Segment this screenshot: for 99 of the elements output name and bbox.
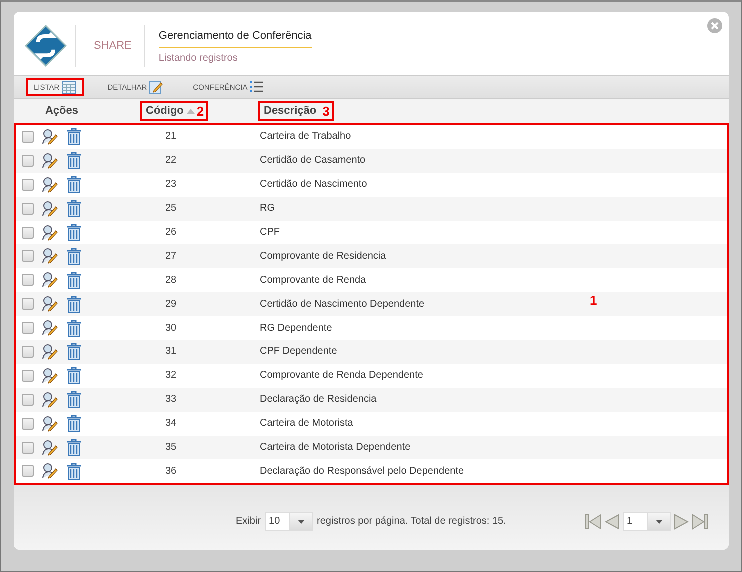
edit-icon[interactable] <box>42 200 58 217</box>
trash-icon[interactable] <box>66 248 82 265</box>
table-cell: RG Dependente <box>260 322 332 334</box>
edit-icon[interactable] <box>42 272 58 288</box>
previous-page-icon[interactable] <box>605 514 620 530</box>
table-cell-text: 36 <box>164 466 178 477</box>
sort-up-icon <box>186 108 195 114</box>
table-cell-text: 23 <box>164 179 178 190</box>
trash-icon[interactable] <box>66 128 82 146</box>
table-cell: Carteira de Motorista <box>260 418 354 430</box>
brand-name: SHARE <box>94 40 132 52</box>
checkbox[interactable] <box>22 346 34 358</box>
table-cell-text: 30 <box>164 322 178 334</box>
table-cell-text: 31 <box>164 346 178 358</box>
checkbox[interactable] <box>22 418 34 430</box>
checkbox[interactable] <box>22 130 34 143</box>
table-cell: Declaração de Residencia <box>260 394 377 406</box>
checkbox[interactable] <box>22 465 34 478</box>
page-select[interactable]: 1 <box>623 512 671 532</box>
edit-icon[interactable] <box>42 368 58 384</box>
trash-icon[interactable] <box>66 272 82 289</box>
next-page-icon[interactable] <box>674 514 689 530</box>
trash-icon[interactable] <box>66 296 82 313</box>
edit-icon[interactable] <box>42 224 58 240</box>
checkbox[interactable] <box>22 322 34 334</box>
table-cell: Certidão de Nascimento <box>260 179 368 190</box>
table-cell: Comprovante de Renda <box>260 274 366 286</box>
callout-number: 3 <box>322 104 330 118</box>
table-cell-text: 28 <box>164 274 178 286</box>
table-cell-text: 22 <box>164 155 178 166</box>
table-cell: CPF Dependente <box>260 346 338 358</box>
checkbox[interactable] <box>22 154 34 167</box>
table-cell-text: 29 <box>164 298 178 310</box>
column-header[interactable]: Ações <box>41 103 83 119</box>
checkbox[interactable] <box>22 178 34 191</box>
callout-number: 2 <box>196 104 204 118</box>
trash-icon[interactable] <box>66 343 82 360</box>
column-header[interactable]: Descrição <box>260 103 321 119</box>
edit-icon[interactable] <box>42 296 58 312</box>
edit-icon[interactable] <box>42 176 58 193</box>
checkbox[interactable] <box>22 250 34 262</box>
trash-icon[interactable] <box>66 200 82 218</box>
table-cell: Declaração do Responsável pelo Dependente <box>260 466 464 477</box>
column-header[interactable]: Código <box>142 103 188 119</box>
show-label: Exibir <box>236 516 262 528</box>
trash-icon[interactable] <box>66 391 82 408</box>
trash-icon[interactable] <box>66 462 82 480</box>
checkbox[interactable] <box>22 370 34 382</box>
table-cell: RG <box>260 203 275 214</box>
records-summary: registros por página. Total de registros: 15. <box>317 516 506 528</box>
table-icon <box>62 80 76 94</box>
table-cell-text: 26 <box>164 227 178 238</box>
table-cell: Comprovante de Residencia <box>260 250 386 262</box>
table-cell: Certidão de Nascimento Dependente <box>260 298 425 310</box>
list-icon <box>250 81 263 93</box>
edit-icon[interactable] <box>42 416 58 432</box>
trash-icon[interactable] <box>66 320 82 337</box>
table-cell: Comprovante de Renda Dependente <box>260 370 424 382</box>
trash-icon[interactable] <box>66 224 82 241</box>
edit-icon[interactable] <box>42 440 58 456</box>
edit-icon[interactable] <box>42 128 58 145</box>
table-cell-text: 35 <box>164 442 178 454</box>
checkbox[interactable] <box>22 442 34 454</box>
last-page-icon[interactable] <box>692 514 709 530</box>
page-subtitle: Listando registros <box>158 52 239 64</box>
edit-icon[interactable] <box>42 392 58 408</box>
table-cell-text: 25 <box>164 203 178 214</box>
trash-icon[interactable] <box>66 152 82 170</box>
checkbox[interactable] <box>22 274 34 286</box>
edit-icon[interactable] <box>42 152 58 169</box>
table-cell-text: 34 <box>164 418 178 430</box>
trash-icon[interactable] <box>66 439 82 456</box>
first-page-icon[interactable] <box>585 514 602 530</box>
table-cell: Certidão de Casamento <box>260 155 366 166</box>
table-cell: Carteira de Trabalho <box>260 131 352 142</box>
edit-icon[interactable] <box>42 463 58 480</box>
checkbox[interactable] <box>22 394 34 406</box>
checkbox[interactable] <box>22 202 34 215</box>
trash-icon[interactable] <box>66 176 82 194</box>
dropdown-icon <box>298 520 305 524</box>
page-size-select[interactable]: 10 <box>265 512 314 532</box>
checkbox[interactable] <box>22 226 34 238</box>
trash-icon[interactable] <box>66 415 82 432</box>
edit-icon[interactable] <box>42 320 58 336</box>
edit-icon[interactable] <box>42 344 58 360</box>
checkbox[interactable] <box>22 298 34 310</box>
dropdown-icon <box>656 520 662 524</box>
table-cell-text: 27 <box>164 250 178 262</box>
edit-icon[interactable] <box>42 248 58 264</box>
table-cell-text: 32 <box>164 370 178 382</box>
edit-icon <box>149 80 164 94</box>
trash-icon[interactable] <box>66 367 82 384</box>
table-cell: Carteira de Motorista Dependente <box>260 442 411 454</box>
callout-number: 1 <box>590 293 598 308</box>
table-cell: CPF <box>260 227 280 238</box>
logo-icon <box>25 24 67 66</box>
table-cell-text: 33 <box>164 394 178 406</box>
table-cell-text: 21 <box>164 131 178 142</box>
page-title: Gerenciamento de Conferência <box>158 30 312 48</box>
